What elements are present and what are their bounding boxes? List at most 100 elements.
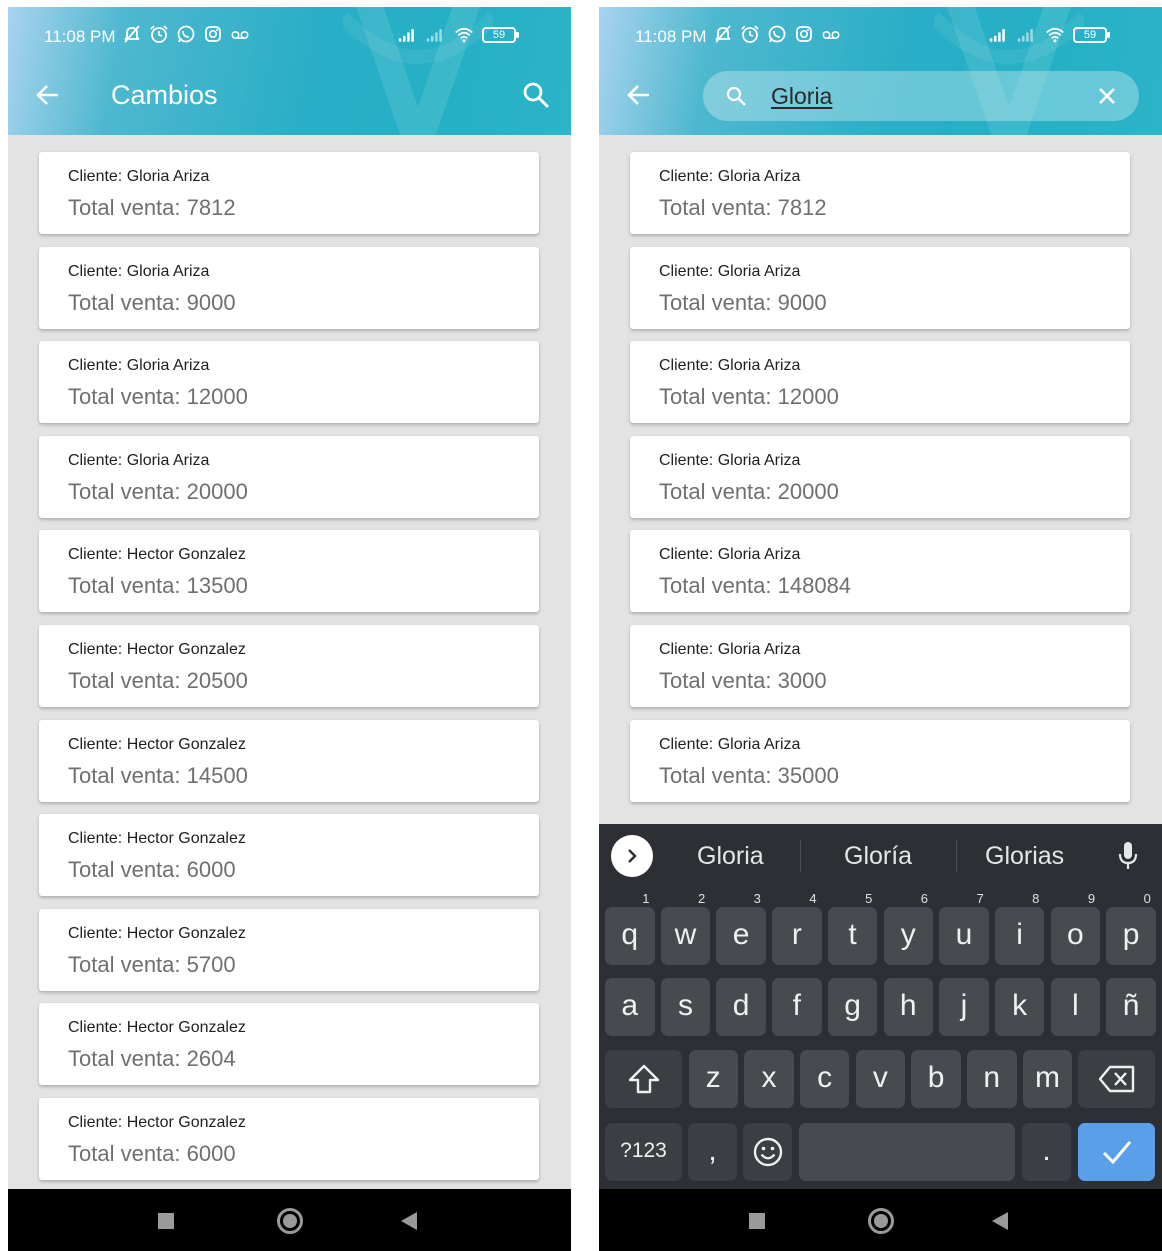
list-item[interactable]: Cliente: Hector Gonzalez Total venta: 600…	[39, 1098, 539, 1180]
key-r[interactable]: r4	[772, 891, 822, 965]
status-time: 11:08 PM	[44, 27, 116, 46]
key-d[interactable]: d	[716, 978, 766, 1036]
space-key[interactable]	[799, 1123, 1015, 1181]
key-k[interactable]: k	[994, 978, 1045, 1036]
list-item[interactable]: Cliente: Gloria Ariza Total venta: 20000	[39, 435, 539, 518]
list-item[interactable]: Cliente: Hector Gonzalez Total venta: 600…	[39, 814, 539, 897]
list-item[interactable]: Cliente: Gloria Ariza Total venta: 35000	[630, 719, 1130, 802]
arrow-left-icon[interactable]	[34, 81, 62, 109]
system-back-button[interactable]	[401, 1212, 417, 1230]
list-item[interactable]: Cliente: Gloria Ariza Total venta: 3000	[630, 625, 1130, 707]
status-bar: 11:08 PM 59	[599, 7, 1162, 54]
wifi-icon	[1046, 27, 1064, 43]
home-button[interactable]	[868, 1208, 894, 1234]
key-m[interactable]: m	[1022, 1050, 1073, 1108]
key-hint: 7	[976, 891, 984, 906]
list-item[interactable]: Cliente: Hector Gonzalez Total venta: 260…	[39, 1003, 539, 1086]
list-item[interactable]: Cliente: Gloria Ariza Total venta: 7812	[39, 152, 539, 234]
search-query-text[interactable]: Gloria	[771, 83, 832, 110]
list-item[interactable]: Cliente: Hector Gonzalez Total venta: 145…	[39, 719, 539, 802]
list-item[interactable]: Cliente: Gloria Ariza Total venta: 148084	[630, 530, 1130, 613]
suggestions-expand-button[interactable]	[611, 835, 653, 877]
key-label: y	[900, 918, 916, 951]
list-item[interactable]: Cliente: Hector Gonzalez Total venta: 135…	[39, 530, 539, 613]
key-s[interactable]: s	[660, 978, 711, 1036]
key-label: p	[1122, 918, 1140, 951]
symbols-key[interactable]: ?123	[605, 1123, 682, 1181]
recents-button[interactable]	[158, 1213, 174, 1229]
sale-total: Total venta: 7812	[659, 195, 827, 220]
key-a[interactable]: a	[605, 978, 655, 1036]
key-o[interactable]: o9	[1050, 891, 1101, 965]
signal-weak-icon	[426, 29, 442, 42]
search-input[interactable]: Gloria	[703, 71, 1139, 121]
key-i[interactable]: i8	[994, 891, 1045, 965]
system-back-button[interactable]	[992, 1212, 1008, 1230]
status-system-icons: 59	[398, 25, 519, 45]
suggestion-3[interactable]: Glorias	[985, 842, 1064, 871]
arrow-left-icon[interactable]	[625, 81, 653, 109]
key-q[interactable]: q1	[605, 891, 655, 965]
key-hint: 9	[1087, 891, 1096, 906]
period-key[interactable]: .	[1022, 1123, 1071, 1181]
microphone-icon[interactable]	[1117, 840, 1139, 872]
close-icon[interactable]	[1097, 86, 1117, 106]
shift-key[interactable]	[605, 1050, 682, 1108]
key-w[interactable]: w2	[660, 891, 711, 965]
sale-total: Total venta: 20000	[68, 478, 248, 504]
key-label: j	[960, 989, 968, 1022]
key-label: k	[1012, 989, 1028, 1022]
key-f[interactable]: f	[772, 978, 822, 1036]
key-v[interactable]: v	[855, 1050, 906, 1108]
list-item[interactable]: Cliente: Gloria Ariza Total venta: 12000	[630, 341, 1130, 424]
sale-total: Total venta: 3000	[659, 668, 827, 693]
key-label: h	[899, 989, 917, 1022]
shift-icon	[628, 1064, 660, 1094]
client-name: Cliente: Gloria Ariza	[68, 168, 210, 185]
key-t[interactable]: t5	[827, 891, 878, 965]
key-n[interactable]: n	[967, 1050, 1017, 1108]
list-item[interactable]: Cliente: Gloria Ariza Total venta: 12000	[39, 341, 539, 424]
whatsapp-icon	[768, 25, 786, 43]
emoji-key[interactable]	[743, 1123, 792, 1181]
status-time: 11:08 PM	[635, 27, 707, 46]
list-item[interactable]: Cliente: Hector Gonzalez Total venta: 570…	[39, 908, 539, 991]
key-p[interactable]: p0	[1106, 891, 1156, 965]
key-e[interactable]: e3	[716, 891, 766, 965]
recents-button[interactable]	[749, 1213, 765, 1229]
key-ñ[interactable]: ñ	[1106, 978, 1156, 1036]
client-name: Cliente: Gloria Ariza	[659, 451, 801, 469]
comma-key[interactable]: ,	[688, 1123, 737, 1181]
search-icon[interactable]	[521, 80, 551, 110]
signal-icon	[398, 29, 414, 42]
battery-indicator: 59	[482, 27, 519, 43]
list-item[interactable]: Cliente: Hector Gonzalez Total venta: 205…	[39, 625, 539, 707]
key-y[interactable]: y6	[883, 891, 933, 965]
mute-bell-icon	[715, 25, 731, 43]
home-button[interactable]	[277, 1208, 303, 1234]
suggestion-1[interactable]: Gloria	[697, 842, 764, 871]
key-hint: 3	[753, 891, 761, 906]
client-name: Cliente: Hector Gonzalez	[68, 830, 246, 848]
left-screen: 11:08 PM 59 Cambios Cliente: Gloria Ariz…	[8, 7, 571, 1251]
list-item[interactable]: Cliente: Gloria Ariza Total venta: 7812	[630, 152, 1130, 234]
delete-key[interactable]	[1078, 1050, 1155, 1108]
onscreen-keyboard: Gloria Gloría Glorias q1w2e3r4t5y6u7i8o9…	[599, 824, 1162, 1189]
key-label: n	[983, 1061, 1001, 1094]
key-x[interactable]: x	[744, 1050, 794, 1108]
key-l[interactable]: l	[1050, 978, 1101, 1036]
key-h[interactable]: h	[883, 978, 933, 1036]
key-z[interactable]: z	[688, 1050, 738, 1108]
suggestion-2[interactable]: Gloría	[844, 842, 912, 871]
key-u[interactable]: u7	[939, 891, 989, 965]
list-item[interactable]: Cliente: Gloria Ariza Total venta: 20000	[630, 435, 1130, 518]
key-g[interactable]: g	[827, 978, 878, 1036]
key-j[interactable]: j	[939, 978, 989, 1036]
key-label: l	[1072, 989, 1079, 1022]
list-item[interactable]: Cliente: Gloria Ariza Total venta: 9000	[39, 246, 539, 329]
key-b[interactable]: b	[911, 1050, 961, 1108]
enter-key[interactable]	[1078, 1123, 1155, 1181]
list-item[interactable]: Cliente: Gloria Ariza Total venta: 9000	[630, 246, 1130, 329]
key-c[interactable]: c	[799, 1050, 850, 1108]
signal-weak-icon	[1017, 29, 1033, 42]
